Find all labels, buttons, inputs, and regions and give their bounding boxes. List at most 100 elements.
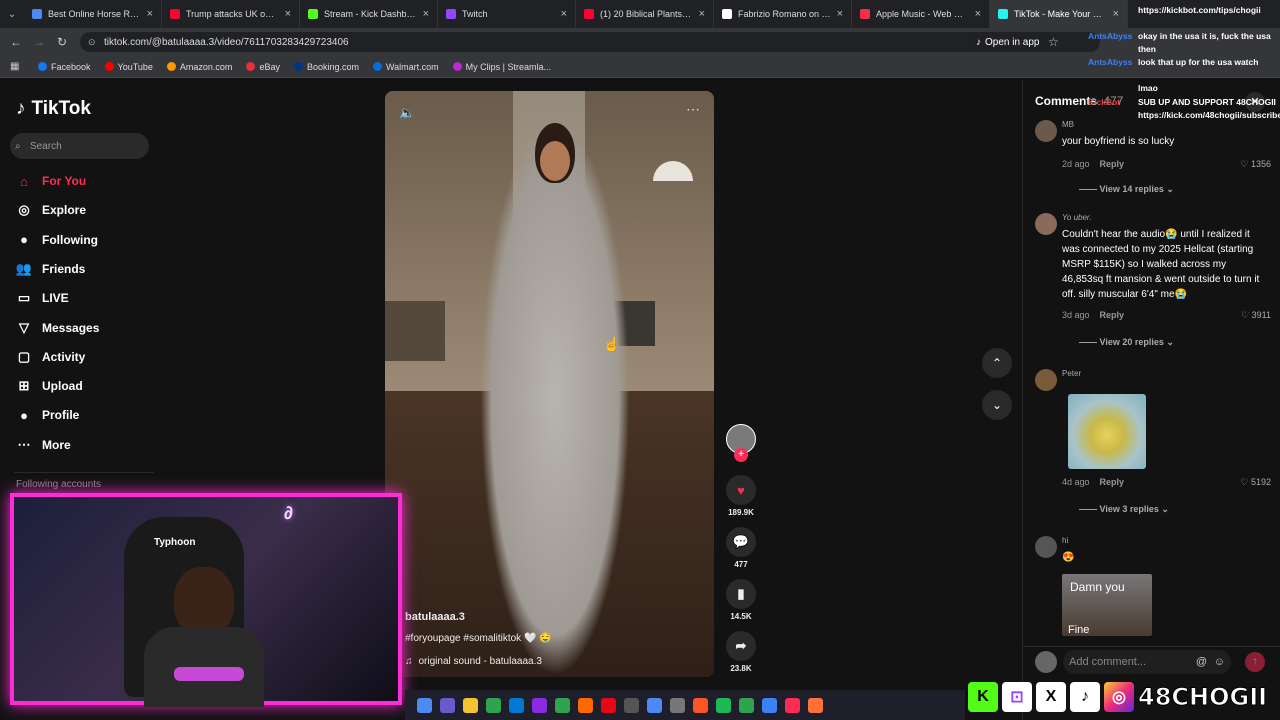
sidebar-item-more[interactable]: ⋯ More: [16, 437, 71, 453]
forward-icon[interactable]: →: [33, 35, 45, 49]
video-sound[interactable]: ♫ original sound - batulaaaa.3: [405, 656, 552, 667]
browser-tab[interactable]: (1) 20 Biblical Plants That ×: [576, 0, 714, 28]
tab-close-icon[interactable]: ×: [975, 8, 981, 20]
tab-close-icon[interactable]: ×: [561, 8, 567, 20]
url-input[interactable]: ⊙ tiktok.com/@batulaaaa.3/video/76117032…: [80, 32, 1100, 52]
taskbar-app-icon[interactable]: [624, 697, 639, 713]
video-caption[interactable]: #foryoupage #somalitiktok 🤍 🤤: [405, 633, 552, 644]
video-author[interactable]: batulaaaa.3: [405, 611, 552, 623]
taskbar-app-icon[interactable]: [532, 697, 547, 713]
taskbar-app-icon[interactable]: [463, 697, 478, 713]
taskbar-app-icon[interactable]: [509, 697, 524, 713]
back-icon[interactable]: ←: [10, 35, 22, 49]
taskbar-app-icon[interactable]: [601, 697, 616, 713]
save-button[interactable]: ▮ 14.5K: [725, 579, 757, 621]
bookmark-item[interactable]: Facebook: [38, 62, 91, 72]
comment-username[interactable]: Peter: [1062, 369, 1081, 378]
avatar[interactable]: [1035, 213, 1057, 235]
mention-icon[interactable]: @: [1196, 650, 1207, 674]
post-comment-button[interactable]: ↑: [1245, 652, 1265, 672]
view-replies-button[interactable]: —— View 14 replies ⌄: [1079, 184, 1174, 195]
tab-close-icon[interactable]: ×: [423, 8, 429, 20]
view-replies-label: View 20 replies: [1099, 337, 1164, 347]
video-more-icon[interactable]: ⋯: [686, 101, 700, 118]
sidebar-item-messages[interactable]: ▽ Messages: [16, 320, 99, 336]
view-replies-button[interactable]: —— View 3 replies ⌄: [1079, 504, 1169, 515]
browser-tab[interactable]: Fabrizio Romano on X: " ×: [714, 0, 852, 28]
tab-close-icon[interactable]: ×: [837, 8, 843, 20]
taskbar-app-icon[interactable]: [670, 697, 685, 713]
next-video-button[interactable]: ⌄: [982, 390, 1012, 420]
reply-button[interactable]: Reply: [1100, 159, 1125, 169]
creator-avatar[interactable]: +: [725, 424, 757, 462]
avatar[interactable]: [1035, 120, 1057, 142]
tab-close-icon[interactable]: ×: [147, 8, 153, 20]
taskbar-app-icon[interactable]: [486, 697, 501, 713]
tiktok-logo[interactable]: ♪ TikTok: [16, 98, 91, 120]
bookmark-item[interactable]: Booking.com: [293, 62, 359, 72]
sidebar-item-activity[interactable]: ▢ Activity: [16, 349, 86, 365]
comment-username[interactable]: hi: [1062, 536, 1068, 545]
like-button[interactable]: ♥ 189.9K: [725, 475, 757, 517]
taskbar-app-icon[interactable]: [440, 697, 455, 713]
taskbar-app-icon[interactable]: [739, 697, 754, 713]
browser-tab[interactable]: Apple Music - Web Player ×: [852, 0, 990, 28]
taskbar-app-icon[interactable]: [716, 697, 731, 713]
taskbar-app-icon[interactable]: [693, 697, 708, 713]
taskbar-app-icon[interactable]: [785, 697, 800, 713]
search-input[interactable]: ⌕ Search: [10, 133, 149, 159]
comment-like-button[interactable]: ♡ 5192: [1240, 477, 1271, 488]
sidebar-item-for-you[interactable]: ⌂ For You: [16, 173, 86, 189]
open-in-app-button[interactable]: ♪ Open in app: [968, 33, 1048, 51]
browser-tab[interactable]: Trump attacks UK over Ira ×: [162, 0, 300, 28]
taskbar-app-icon[interactable]: [578, 697, 593, 713]
browser-tab[interactable]: Stream - Kick Dashboard ×: [300, 0, 438, 28]
avatar[interactable]: [1035, 369, 1057, 391]
bookmark-item[interactable]: eBay: [246, 62, 280, 72]
sidebar-item-profile[interactable]: ● Profile: [16, 407, 79, 423]
browser-tab[interactable]: Twitch ×: [438, 0, 576, 28]
bookmark-label: My Clips | Streamla...: [465, 61, 552, 72]
taskbar-app-icon[interactable]: [808, 697, 823, 713]
view-replies-button[interactable]: —— View 20 replies ⌄: [1079, 337, 1174, 348]
taskbar-app-icon[interactable]: [417, 697, 432, 713]
bookmark-item[interactable]: Walmart.com: [372, 62, 439, 72]
apps-grid-icon[interactable]: ▦: [10, 61, 19, 72]
comment-like-button[interactable]: ♡ 1356: [1240, 159, 1271, 170]
browser-tab[interactable]: Best Online Horse Racing ×: [24, 0, 162, 28]
tab-close-icon[interactable]: ×: [699, 8, 705, 20]
avatar[interactable]: [1035, 536, 1057, 558]
tab-close-icon[interactable]: ×: [285, 8, 291, 20]
comment-button[interactable]: 💬 477: [725, 527, 757, 569]
taskbar-app-icon[interactable]: [762, 697, 777, 713]
comment-like-button[interactable]: ♡ 3911: [1241, 310, 1271, 321]
add-comment-input[interactable]: Add comment... @ ☺: [1063, 650, 1231, 674]
comment-username[interactable]: Yo uber.: [1062, 213, 1092, 222]
tab-search-icon[interactable]: ⌄: [0, 9, 24, 20]
reply-button[interactable]: Reply: [1100, 310, 1125, 320]
reload-icon[interactable]: ↻: [57, 35, 67, 49]
previous-video-button[interactable]: ⌃: [982, 348, 1012, 378]
sidebar-item-explore[interactable]: ◎ Explore: [16, 202, 86, 218]
sidebar-item-following[interactable]: ● Following: [16, 232, 98, 248]
tab-favicon-icon: [446, 9, 456, 19]
emoji-icon[interactable]: ☺: [1214, 650, 1225, 674]
reply-button[interactable]: Reply: [1100, 477, 1125, 487]
sidebar-item-upload[interactable]: ⊞ Upload: [16, 378, 83, 394]
comment-username[interactable]: MB: [1062, 120, 1074, 129]
comment-sticker-image[interactable]: [1068, 394, 1146, 469]
share-button[interactable]: ➦ 23.8K: [725, 631, 757, 673]
taskbar-app-icon[interactable]: [555, 697, 570, 713]
follow-plus-icon[interactable]: +: [734, 448, 748, 462]
site-info-icon[interactable]: ⊙: [88, 37, 96, 48]
video-player[interactable]: 🔈 ⋯ batulaaaa.3 #foryoupage #somalitikto…: [385, 91, 714, 677]
taskbar-app-icon[interactable]: [647, 697, 662, 713]
bookmark-star-icon[interactable]: ☆: [1048, 35, 1059, 49]
bookmark-item[interactable]: My Clips | Streamla...: [452, 61, 552, 72]
bookmark-item[interactable]: YouTube: [104, 62, 153, 72]
mute-icon[interactable]: 🔈: [399, 105, 415, 121]
bookmark-item[interactable]: Amazon.com: [166, 62, 232, 72]
sidebar-item-live[interactable]: ▭ LIVE: [16, 290, 69, 306]
sidebar-item-friends[interactable]: 👥 Friends: [16, 261, 85, 277]
comment-gif-image[interactable]: Damn you Fine: [1062, 574, 1152, 636]
